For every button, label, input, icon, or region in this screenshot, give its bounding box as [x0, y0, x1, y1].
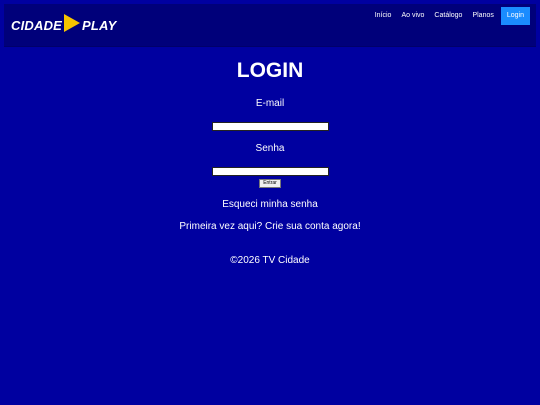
nav-item-login[interactable]: Login	[500, 7, 530, 25]
main-nav: Início Ao vivo Catálogo Planos Login	[370, 7, 530, 25]
forgot-password-link[interactable]: Esqueci minha senha	[0, 198, 540, 212]
nav-item-ao-vivo[interactable]: Ao vivo	[396, 7, 429, 25]
play-icon	[63, 13, 81, 38]
login-section: LOGIN E-mail Senha Entrar Esqueci minha …	[0, 58, 540, 268]
brand-word-1: CIDADE	[11, 17, 63, 33]
nav-item-inicio[interactable]: Início	[370, 7, 397, 25]
password-field[interactable]	[211, 167, 329, 176]
brand-logo[interactable]: CIDADE PLAY	[11, 13, 117, 38]
nav-item-planos[interactable]: Planos	[467, 7, 498, 25]
footer-copyright: ©2026 TV Cidade	[230, 255, 310, 266]
email-field[interactable]	[211, 122, 329, 131]
email-label: E-mail	[255, 98, 285, 109]
page-title: LOGIN	[236, 59, 304, 82]
nav-item-catalogo[interactable]: Catálogo	[429, 7, 467, 25]
top-navbar: CIDADE PLAY Início Ao vivo Catálogo Plan…	[4, 4, 536, 47]
signup-link[interactable]: Primeira vez aqui? Crie sua conta agora!	[0, 220, 540, 234]
brand-word-2: PLAY	[82, 17, 117, 33]
password-label: Senha	[255, 143, 285, 154]
login-button[interactable]: Entrar	[259, 179, 281, 188]
